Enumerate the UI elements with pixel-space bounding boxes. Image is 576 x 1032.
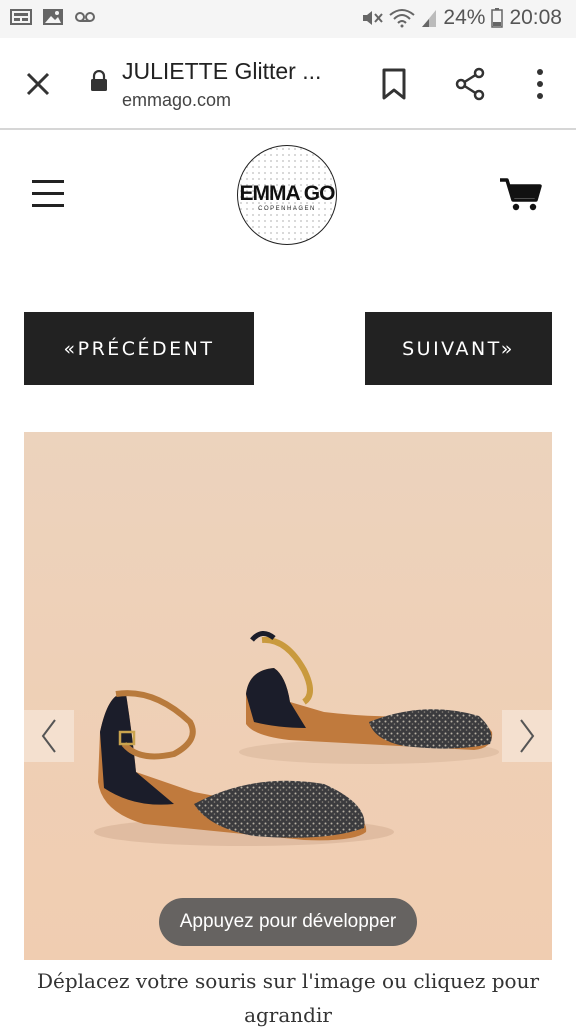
back-shoe <box>239 631 499 764</box>
battery-percent: 24% <box>443 6 486 29</box>
image-icon <box>43 9 63 25</box>
mute-icon <box>363 11 384 25</box>
browser-toolbar: JULIETTE Glitter ... emmago.com <box>0 38 576 130</box>
lock-icon <box>91 70 107 91</box>
chevron-right-icon <box>520 719 535 753</box>
logo-text: EMMA GO <box>239 182 336 205</box>
clock: 20:08 <box>509 6 562 29</box>
status-bar: 24% 20:08 <box>0 0 576 38</box>
logo-subtext: COPENHAGEN <box>258 206 316 212</box>
shoe-photo <box>94 631 499 846</box>
brand-logo[interactable]: EMMA GO COPENHAGEN <box>237 145 337 245</box>
wifi-icon <box>389 9 416 28</box>
system-status: 24% 20:08 <box>361 6 562 30</box>
signal-icon <box>422 10 437 27</box>
more-icon[interactable] <box>528 66 552 102</box>
page-domain[interactable]: emmago.com <box>122 90 231 111</box>
cart-icon[interactable] <box>498 176 542 212</box>
site-header: EMMA GO COPENHAGEN <box>0 130 576 260</box>
hamburger-icon[interactable] <box>32 180 64 210</box>
gallery-next-arrow[interactable] <box>502 710 552 762</box>
page-title[interactable]: JULIETTE Glitter ... <box>122 58 342 85</box>
expand-image-button[interactable]: Appuyez pour développer <box>159 898 417 946</box>
previous-button[interactable]: «PRÉCÉDENT <box>24 312 254 385</box>
voicemail-icon <box>75 12 95 22</box>
next-button[interactable]: SUIVANT» <box>365 312 552 385</box>
news-icon <box>10 9 32 25</box>
battery-icon <box>491 8 504 28</box>
notification-icons <box>10 8 96 26</box>
image-caption: Déplacez votre souris sur l'image ou cli… <box>36 969 540 1027</box>
chevron-left-icon <box>41 719 56 753</box>
bookmark-icon[interactable] <box>378 66 410 102</box>
share-icon[interactable] <box>452 66 488 102</box>
close-icon[interactable] <box>20 66 56 102</box>
gallery-prev-arrow[interactable] <box>24 710 74 762</box>
product-image[interactable]: Appuyez pour développer <box>24 432 552 960</box>
